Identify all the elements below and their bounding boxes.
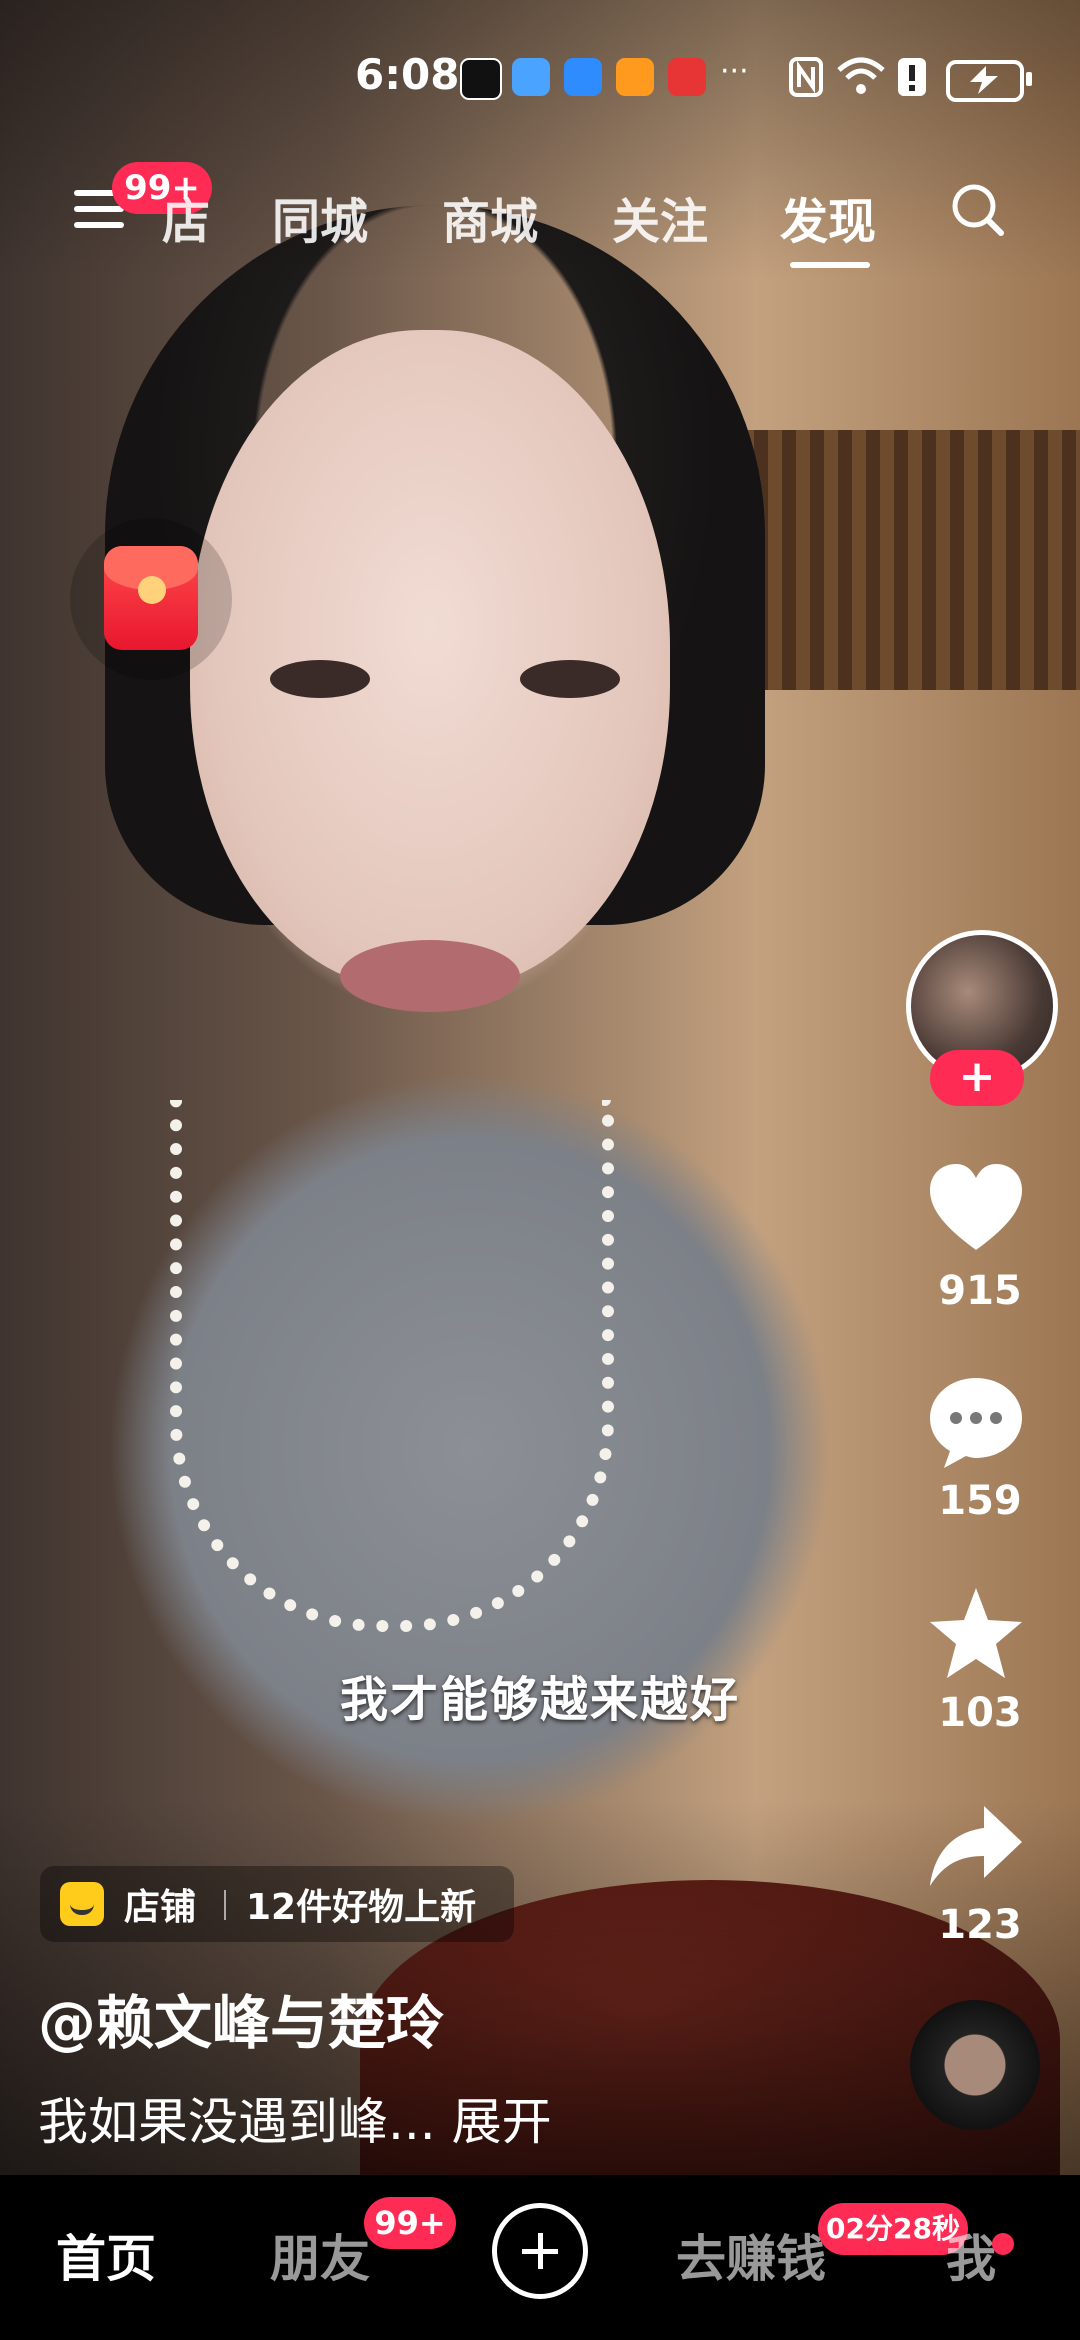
share-count: 123 [938,1902,1022,1948]
shop-label: 店铺 [124,1887,197,1928]
nav-home[interactable]: 首页 [56,2219,156,2291]
top-navigation: 99+ 店 同城 商城 关注 发现 [0,162,1080,280]
follow-button[interactable]: + [930,1050,1024,1106]
shop-entry[interactable]: 店铺 12件好物上新 [40,1866,514,1942]
shop-promo-text: 12件好物上新 [246,1887,477,1928]
me-notification-dot [992,2233,1014,2255]
video-lips [340,940,520,1012]
bottom-navigation: 首页 朋友 99+ 去赚钱 02分28秒 我 [0,2175,1080,2340]
video-subtitle: 我才能够越来越好 [339,1672,740,1728]
video-eye-right [520,660,620,698]
status-time: 6:08 [355,50,460,99]
search-icon[interactable] [950,182,1004,236]
background-shelf [740,430,1080,690]
video-app-icon [616,58,654,96]
tab-mall[interactable]: 商城 [442,182,538,252]
battery-icon [946,60,1032,102]
wifi-icon [837,57,885,94]
like-count: 915 [938,1268,1022,1314]
share-icon[interactable] [926,1796,1026,1896]
status-bar: 6:08 ··· [0,0,1080,150]
video-eye-left [270,660,370,698]
heart-icon[interactable] [926,1160,1026,1260]
video-caption[interactable]: 我如果没遇到峰... 展开 [38,2082,552,2154]
comment-icon[interactable] [926,1372,1026,1472]
more-notifications-icon: ··· [720,54,749,89]
active-tab-indicator [790,262,870,268]
red-envelope-icon [104,546,198,650]
video-pearl-necklace [170,1100,614,1632]
globe-app-icon [564,58,602,96]
news-app-icon [668,58,706,96]
music-disc-icon[interactable] [910,2000,1040,2130]
alert-icon [898,58,926,96]
nfc-icon [789,57,823,97]
shop-icon [60,1882,104,1926]
red-envelope-button[interactable] [70,518,232,680]
friends-badge: 99+ [364,2197,456,2249]
create-post-button[interactable] [492,2203,588,2299]
shop-divider [224,1890,226,1920]
nav-friends[interactable]: 朋友 [270,2219,370,2291]
tab-discover[interactable]: 发现 [780,182,876,252]
video-person-face [190,330,670,990]
tab-following[interactable]: 关注 [612,182,708,252]
author-name[interactable]: @赖文峰与楚玲 [38,1976,444,2060]
nav-earn[interactable]: 去赚钱 [676,2219,826,2291]
tab-store[interactable]: 店 [162,182,210,252]
tab-nearby[interactable]: 同城 [272,182,368,252]
browser-app-icon [512,58,550,96]
comment-count: 159 [938,1478,1022,1524]
tiktok-app-icon [460,58,502,100]
nav-me[interactable]: 我 [946,2219,996,2291]
